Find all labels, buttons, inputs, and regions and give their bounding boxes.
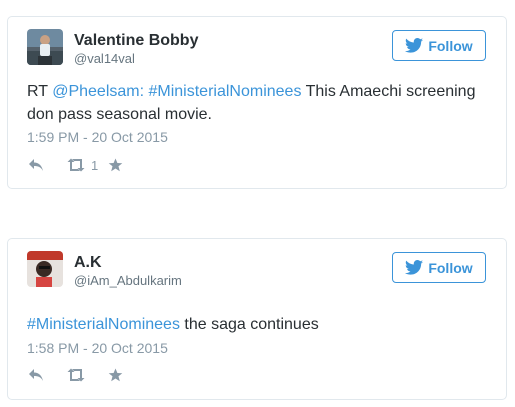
avatar[interactable] <box>27 251 63 287</box>
tweet-actions <box>28 365 128 385</box>
person-photo-icon <box>27 29 63 65</box>
twitter-bird-icon <box>405 38 424 53</box>
person-photo-icon <box>27 251 63 287</box>
tweet-text: #MinisterialNominees the saga continues <box>27 313 486 336</box>
follow-label: Follow <box>428 37 473 54</box>
user-handle[interactable]: @val14val <box>74 51 135 66</box>
tweet-card: A.K @iAm_Abdulkarim Follow #MinisterialN… <box>7 238 507 400</box>
follow-button[interactable]: Follow <box>392 30 486 61</box>
tweet-text-prefix: RT <box>27 83 53 100</box>
reply-button[interactable] <box>28 368 66 382</box>
favorite-button[interactable] <box>108 368 128 382</box>
tweet-actions: 1 <box>28 155 128 175</box>
retweet-button[interactable] <box>66 368 108 382</box>
twitter-bird-icon <box>405 260 424 275</box>
hashtag-link[interactable]: #MinisterialNominees <box>27 316 180 333</box>
reply-icon <box>29 159 43 171</box>
retweet-icon <box>67 368 85 382</box>
retweet-button[interactable]: 1 <box>66 158 108 173</box>
timestamp[interactable]: 1:59 PM - 20 Oct 2015 <box>27 129 168 145</box>
follow-button[interactable]: Follow <box>392 252 486 283</box>
retweet-count: 1 <box>91 157 99 173</box>
favorite-button[interactable] <box>108 158 128 172</box>
reply-button[interactable] <box>28 158 66 172</box>
timestamp[interactable]: 1:58 PM - 20 Oct 2015 <box>27 340 168 356</box>
user-name[interactable]: A.K <box>74 254 102 272</box>
user-handle[interactable]: @iAm_Abdulkarim <box>74 273 182 288</box>
star-icon <box>108 158 123 172</box>
tweet-text-body: the saga continues <box>179 316 319 333</box>
reply-icon <box>29 369 43 381</box>
follow-label: Follow <box>428 259 473 276</box>
user-name[interactable]: Valentine Bobby <box>74 32 198 50</box>
tweet-text: RT @Pheelsam: #MinisterialNominees This … <box>27 80 486 126</box>
hashtag-link[interactable]: #MinisterialNominees <box>149 83 302 100</box>
tweet-card: Valentine Bobby @val14val Follow RT @Phe… <box>7 16 507 189</box>
retweet-icon <box>67 158 85 172</box>
mention-link[interactable]: @Pheelsam: <box>52 83 144 100</box>
avatar[interactable] <box>27 29 63 65</box>
star-icon <box>108 368 123 382</box>
